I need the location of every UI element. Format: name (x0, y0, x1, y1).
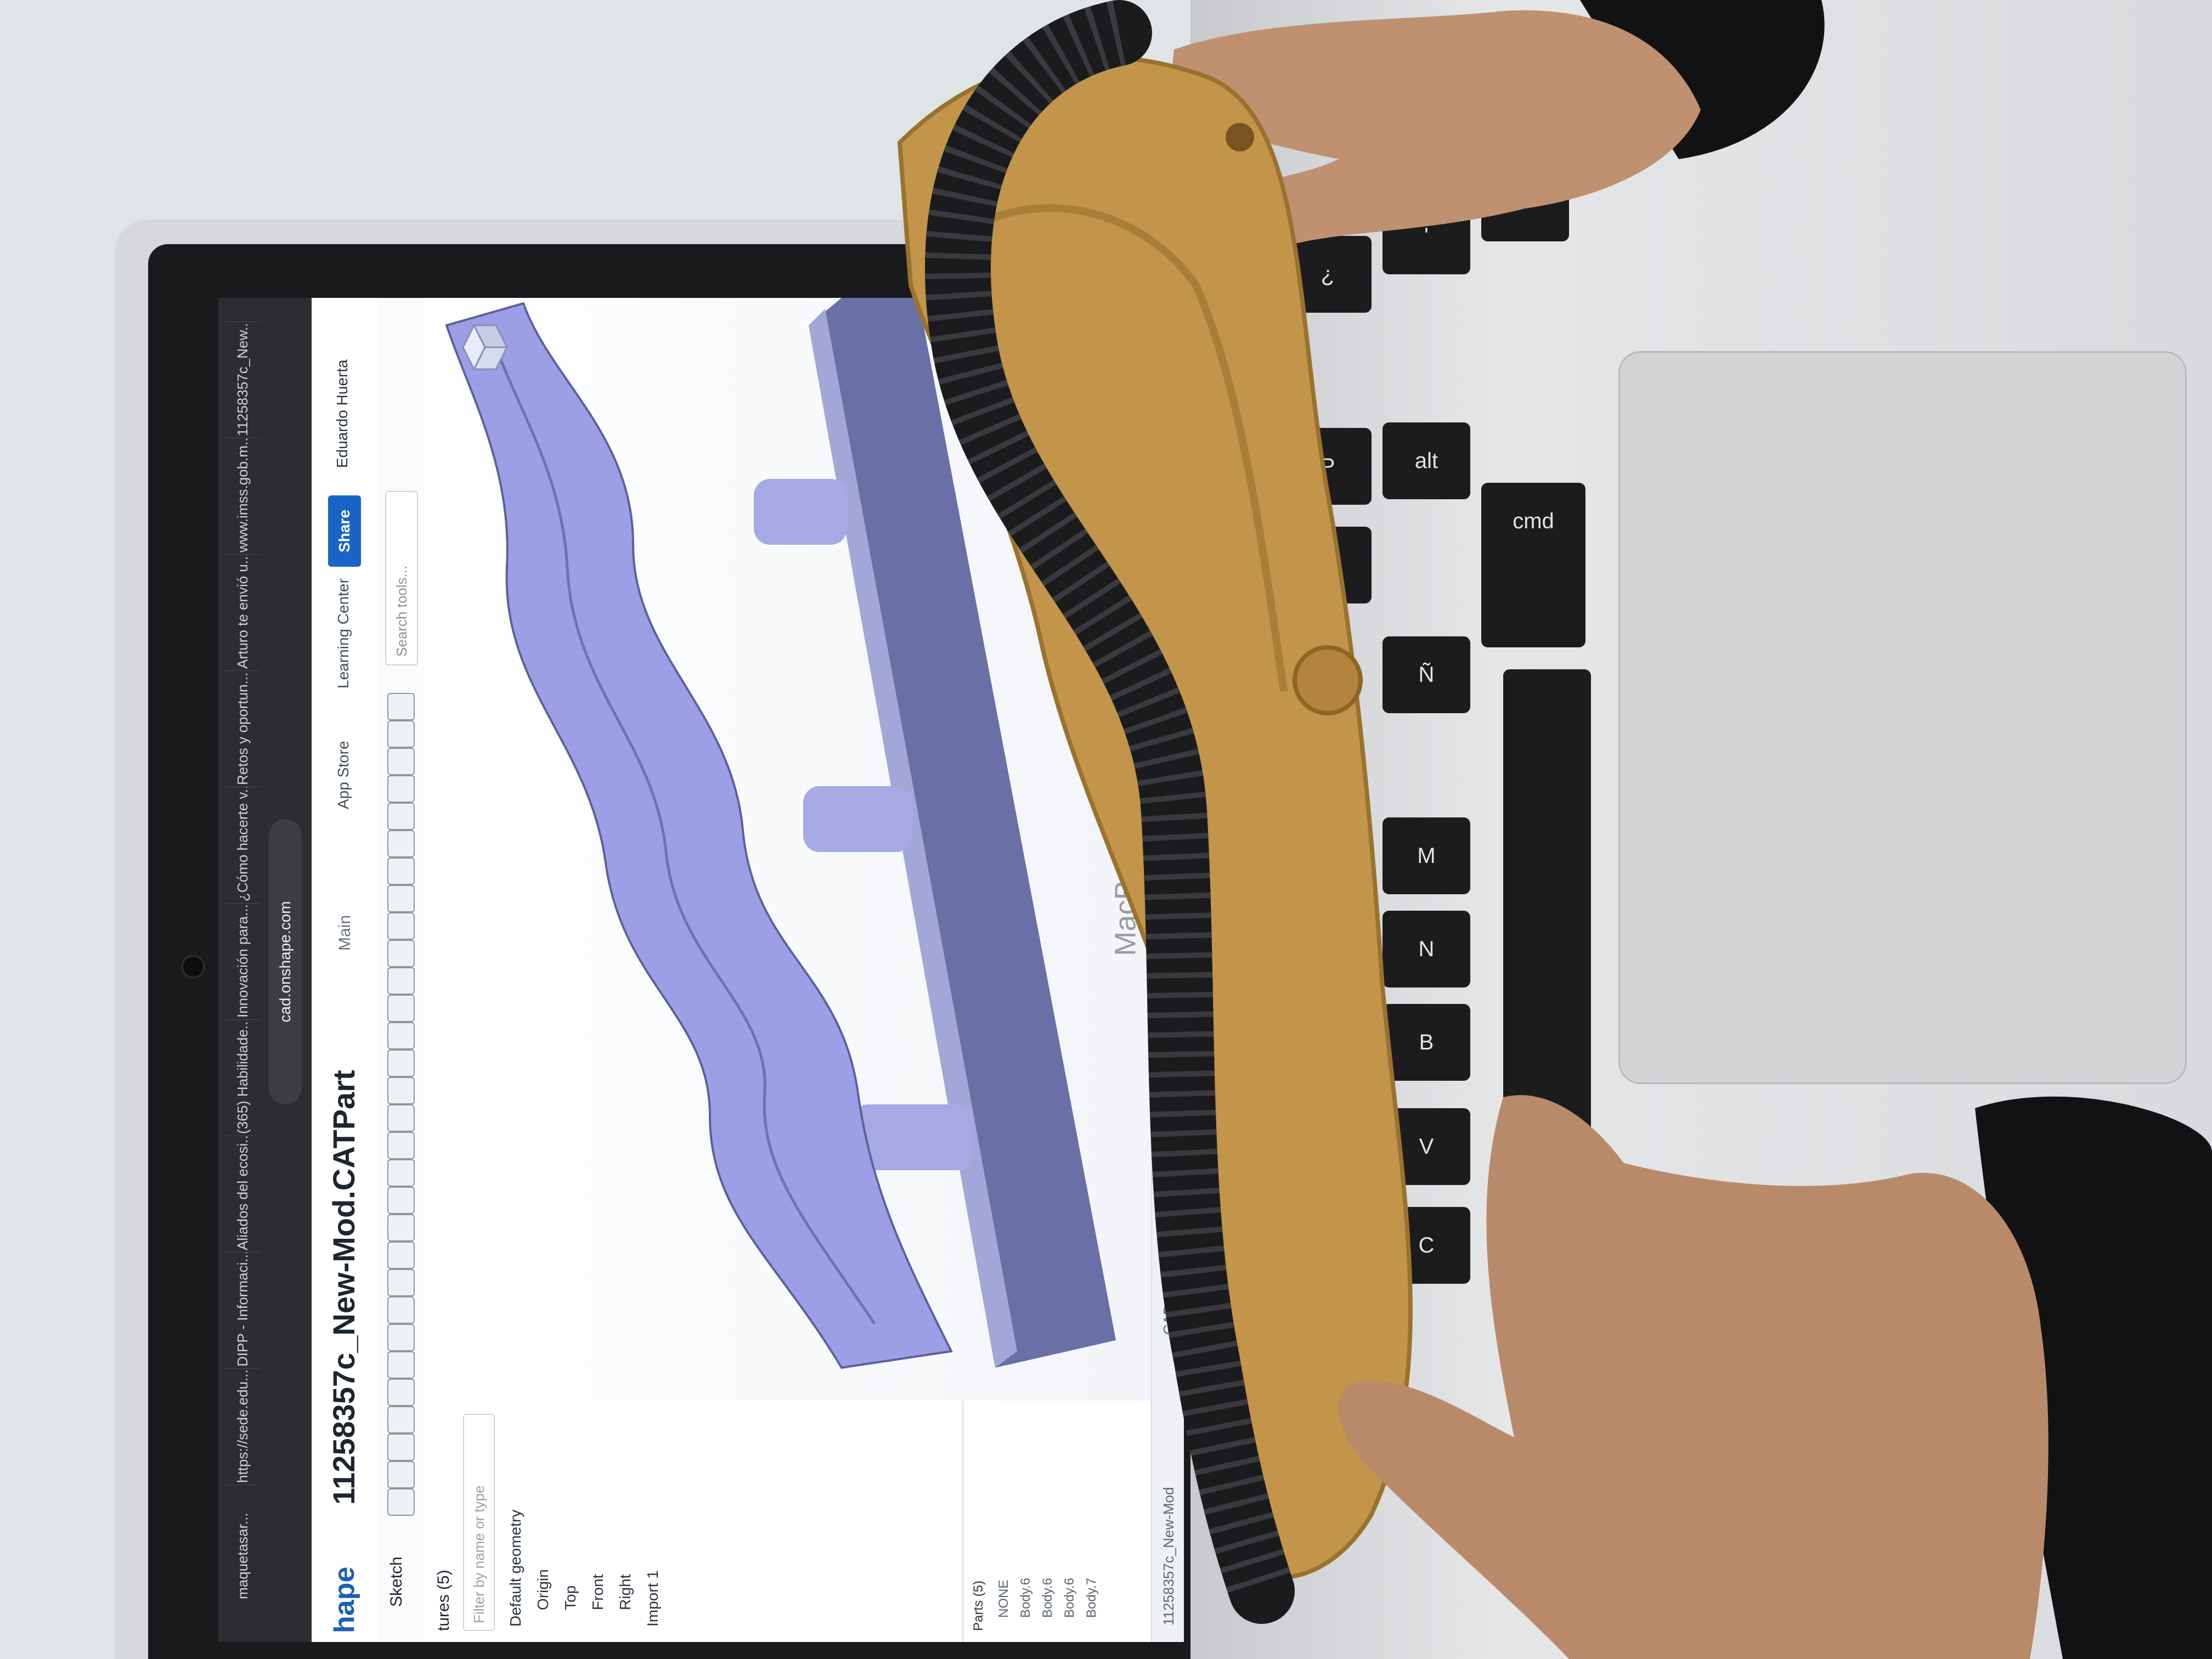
splint-boss (1293, 645, 1363, 715)
foreground-objects (897, 0, 2212, 1659)
photo-scene: maquetasar... https://sede.edu... DIPP - I… (0, 0, 2212, 1659)
lower-hand (1339, 1095, 2049, 1659)
splint-hole (1226, 123, 1254, 151)
